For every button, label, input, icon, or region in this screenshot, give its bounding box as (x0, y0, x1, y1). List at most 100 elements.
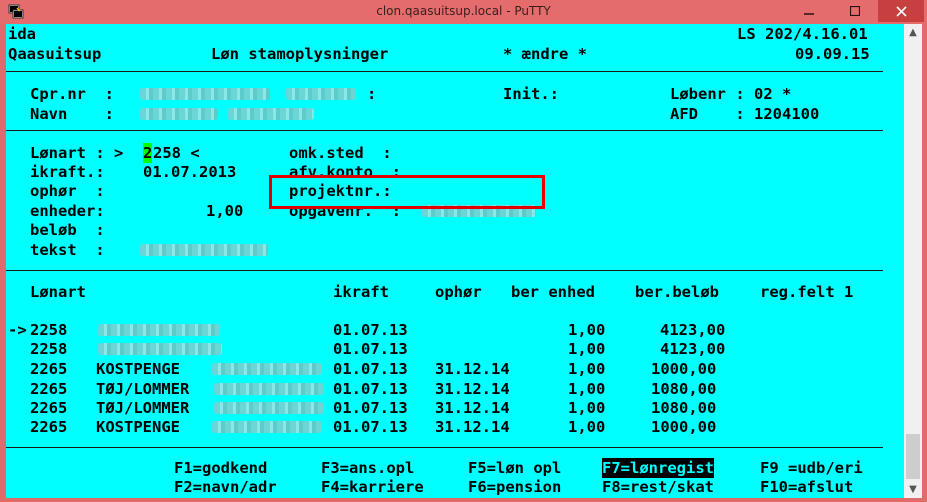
putty-window: clon.qaasuitsup.local - PuTTY ida LS 202… (0, 0, 927, 502)
row-text-redacted (98, 343, 222, 355)
terminal-screen[interactable]: ida LS 202/4.16.01 Qaasuitsup Løn stamop… (6, 24, 904, 498)
minimize-button[interactable] (786, 0, 832, 22)
row-ikraft: 01.07.13 (333, 360, 408, 378)
maximize-button[interactable] (832, 0, 878, 22)
row-text: TØJ/LOMMER (96, 399, 190, 417)
lobenr-label: Løbenr : 02 * (670, 85, 792, 103)
row-text-redacted (214, 383, 324, 395)
ophor-line: ophør : projektnr.: (6, 181, 392, 201)
row-belob: 4123,00 (660, 321, 726, 339)
divider (6, 71, 883, 72)
col-ikraft: ikraft (333, 283, 389, 301)
tekst-value-redacted (140, 244, 268, 256)
row-belob: 1000,00 (651, 360, 717, 378)
scroll-up-icon[interactable]: ▲ (904, 24, 922, 41)
col-lonart: Lønart (30, 283, 86, 301)
table-header: Lønart ikraft ophør ber enhed ber.beløb … (6, 282, 853, 302)
close-icon (895, 5, 907, 17)
row-enhed: 1,00 (568, 418, 606, 436)
divider (6, 130, 883, 131)
mode-label: * ændre * (503, 45, 587, 63)
close-button[interactable] (878, 0, 924, 22)
table-row[interactable]: 2265 KOSTPENGE 01.07.13 31.12.14 1,00 10… (6, 359, 716, 379)
row-text-redacted (212, 363, 322, 375)
divider (6, 270, 883, 271)
f1-key[interactable]: F1=godkend (174, 458, 267, 478)
navn-first-redacted (140, 108, 218, 120)
table-row[interactable]: -> 2258 01.07.13 1,00 4123,00 (6, 320, 725, 340)
col-ber-belob: ber.beløb (635, 283, 719, 301)
enheder-value[interactable]: 1,00 (206, 201, 243, 221)
cpr-line: Cpr.nr : : Init.: Løbenr : 02 * (6, 84, 791, 104)
row-enhed: 1,00 (568, 340, 606, 358)
lonart-line: Lønart : > 2 258 < omk.sted : (6, 143, 392, 163)
f7-key-selected[interactable]: F7=lønregist (602, 458, 714, 478)
row-text-redacted (212, 421, 322, 433)
f9-key[interactable]: F9 =udb/eri (760, 458, 863, 478)
ophor-label: ophør : (30, 182, 105, 200)
row-enhed: 1,00 (568, 380, 606, 398)
row-text: KOSTPENGE (96, 360, 180, 378)
f10-key[interactable]: F10=afslut (760, 477, 853, 497)
f8-key[interactable]: F8=rest/skat (602, 477, 714, 497)
row-ikraft: 01.07.13 (333, 399, 408, 417)
row-art: 2265 (30, 360, 68, 378)
enheder-label: enheder: (30, 202, 105, 220)
row-art: 2265 (30, 399, 68, 417)
cpr-check-redacted (286, 88, 356, 100)
row-art: 2258 (30, 321, 68, 339)
row-art: 2265 (30, 380, 68, 398)
maximize-icon (850, 6, 860, 16)
title-bar[interactable]: clon.qaasuitsup.local - PuTTY (0, 0, 927, 24)
org-name: Qaasuitsup (8, 45, 102, 63)
text-cursor[interactable]: 2 (143, 143, 153, 163)
fkey-line-2: F2=navn/adr F4=karriere F6=pension F8=re… (6, 477, 853, 497)
row-enhed: 1,00 (568, 399, 606, 417)
vertical-scrollbar[interactable]: ▲ ▼ (904, 24, 922, 498)
row-ikraft: 01.07.13 (333, 340, 408, 358)
header-line-2: Qaasuitsup Løn stamoplysninger * ændre *… (6, 44, 870, 64)
row-belob: 4123,00 (660, 340, 726, 358)
omk-label: omk.sted : (289, 144, 392, 162)
table-row[interactable]: 2265 TØJ/LOMMER 01.07.13 31.12.14 1,00 1… (6, 398, 716, 418)
version-label: LS 202/4.16.01 (737, 25, 868, 43)
screen-title: Løn stamoplysninger (211, 45, 389, 63)
header-line-1: ida LS 202/4.16.01 (6, 24, 868, 44)
f6-key[interactable]: F6=pension (468, 477, 561, 497)
enheder-line: enheder: 1,00 opgavenr. : (6, 201, 536, 221)
f2-key[interactable]: F2=navn/adr (174, 477, 277, 497)
row-ikraft: 01.07.13 (333, 321, 408, 339)
table-row[interactable]: 2265 TØJ/LOMMER 01.07.13 31.12.14 1,00 1… (6, 379, 716, 399)
ikraft-value[interactable]: 01.07.2013 (143, 162, 236, 182)
row-marker: -> (8, 321, 27, 339)
init-label: Init.: (503, 85, 559, 103)
scroll-down-icon[interactable]: ▼ (904, 481, 922, 498)
row-ophor: 31.12.14 (435, 399, 510, 417)
row-belob: 1080,00 (651, 399, 717, 417)
f5-key[interactable]: F5=løn opl (468, 458, 561, 478)
cpr-label: Cpr.nr : (30, 85, 114, 103)
lonart-value[interactable]: 258 < (153, 143, 200, 163)
scroll-thumb[interactable] (906, 434, 920, 479)
f4-key[interactable]: F4=karriere (321, 477, 424, 497)
row-text: TØJ/LOMMER (96, 380, 190, 398)
ikraft-label: ikraft.: (30, 163, 105, 181)
table-row[interactable]: 2258 01.07.13 1,00 4123,00 (6, 339, 725, 359)
row-ikraft: 01.07.13 (333, 380, 408, 398)
row-text-redacted (98, 324, 220, 336)
row-art: 2258 (30, 340, 68, 358)
belob-label: beløb : (30, 221, 105, 239)
f3-key[interactable]: F3=ans.opl (321, 458, 414, 478)
col-reg-felt: reg.felt 1 (760, 283, 854, 301)
cpr-sep: : (367, 85, 377, 103)
divider (6, 447, 883, 448)
row-enhed: 1,00 (568, 360, 606, 378)
col-ophor: ophør (435, 283, 482, 301)
row-ophor: 31.12.14 (435, 380, 510, 398)
date-label: 09.09.15 (795, 45, 870, 63)
row-text: KOSTPENGE (96, 418, 180, 436)
row-ikraft: 01.07.13 (333, 418, 408, 436)
row-enhed: 1,00 (568, 321, 606, 339)
table-row[interactable]: 2265 KOSTPENGE 01.07.13 31.12.14 1,00 10… (6, 417, 716, 437)
navn-label: Navn : (30, 105, 114, 123)
